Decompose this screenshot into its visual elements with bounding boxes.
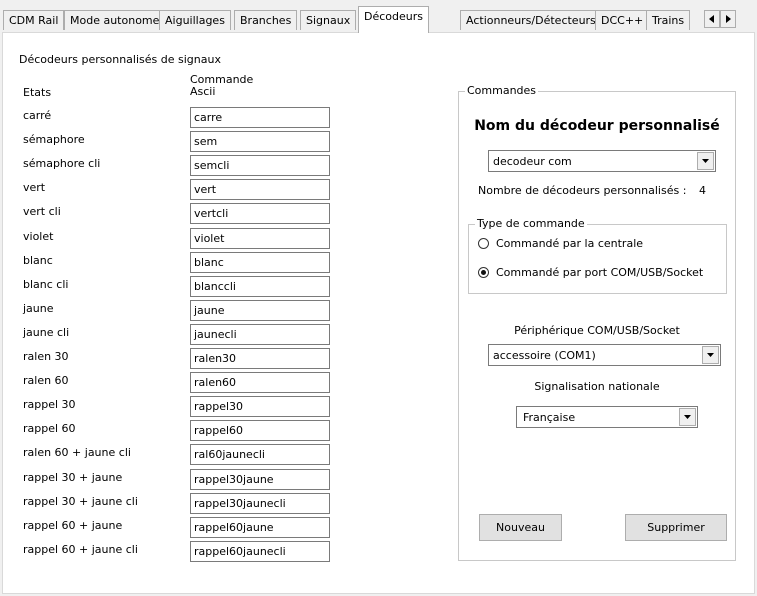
arrow-right-icon <box>726 15 731 23</box>
state-label: vert <box>23 181 46 194</box>
state-label: sémaphore <box>23 133 85 146</box>
command-ascii-input[interactable]: rappel60jaunecli <box>190 541 330 562</box>
state-label: jaune <box>23 302 54 315</box>
chevron-down-icon <box>702 159 709 163</box>
chevron-down-icon <box>707 353 714 357</box>
command-ascii-input[interactable]: ral60jaunecli <box>190 444 330 465</box>
peripheral-select[interactable]: accessoire (COM1) <box>488 344 721 366</box>
chevron-down-icon <box>684 415 691 419</box>
state-label: violet <box>23 230 54 243</box>
state-label: ralen 30 <box>23 350 69 363</box>
command-ascii-input[interactable]: jaunecli <box>190 324 330 345</box>
radio-commande-centrale[interactable]: Commandé par la centrale <box>478 236 718 252</box>
command-ascii-input[interactable]: rappel60jaune <box>190 517 330 538</box>
commandes-group: Commandes Nom du décodeur personnalisé d… <box>458 84 736 561</box>
state-label: ralen 60 <box>23 374 69 387</box>
state-label: rappel 60 + jaune <box>23 519 123 532</box>
tab-dccpp[interactable]: DCC++ <box>595 10 650 30</box>
new-decoder-button[interactable]: Nouveau <box>479 514 562 541</box>
decoder-count-label: Nombre de décodeurs personnalisés : <box>478 184 687 197</box>
decoder-select-dropdown-button[interactable] <box>697 152 714 170</box>
radio-commande-port[interactable]: Commandé par port COM/USB/Socket <box>478 265 723 281</box>
type-commande-group: Type de commande Commandé par la central… <box>468 217 727 294</box>
state-label: rappel 30 <box>23 398 76 411</box>
command-ascii-input[interactable]: semcli <box>190 155 330 176</box>
radio-port-circle[interactable] <box>478 267 489 278</box>
col-command-header-line2: Ascii <box>190 85 216 98</box>
command-ascii-input[interactable]: carre <box>190 107 330 128</box>
peripheral-select-dropdown-button[interactable] <box>702 346 719 364</box>
tab-branches[interactable]: Branches <box>234 10 298 30</box>
type-commande-label: Type de commande <box>475 217 587 230</box>
col-states-header: Etats <box>23 86 52 99</box>
decoder-select-value: decodeur com <box>493 155 572 168</box>
commandes-group-label: Commandes <box>465 84 539 97</box>
signalisation-select[interactable]: Française <box>516 406 698 428</box>
command-ascii-input[interactable]: ralen30 <box>190 348 330 369</box>
state-label: blanc cli <box>23 278 69 291</box>
tab-signaux[interactable]: Signaux <box>300 10 357 30</box>
command-ascii-input[interactable]: sem <box>190 131 330 152</box>
command-ascii-input[interactable]: rappel30 <box>190 396 330 417</box>
decoder-count-value: 4 <box>699 184 706 197</box>
state-label: rappel 30 + jaune <box>23 471 123 484</box>
state-label: ralen 60 + jaune cli <box>23 446 131 459</box>
tab-actionneurs-detecteurs[interactable]: Actionneurs/Détecteurs <box>460 10 602 30</box>
tab-mode-autonome[interactable]: Mode autonome <box>64 10 166 30</box>
command-ascii-input[interactable]: blanc <box>190 252 330 273</box>
tab-strip: CDM Rail Mode autonome Aiguillages Branc… <box>0 0 757 33</box>
section-title: Décodeurs personnalisés de signaux <box>19 53 221 66</box>
signalisation-label: Signalisation nationale <box>534 380 660 393</box>
command-ascii-input[interactable]: vertcli <box>190 203 330 224</box>
command-ascii-input[interactable]: vert <box>190 179 330 200</box>
tab-scroll-left-button[interactable] <box>704 10 720 28</box>
delete-decoder-button[interactable]: Supprimer <box>625 514 727 541</box>
command-ascii-input[interactable]: rappel30jaunecli <box>190 493 330 514</box>
state-label: rappel 60 <box>23 422 76 435</box>
command-ascii-input[interactable]: blanccli <box>190 276 330 297</box>
command-ascii-input[interactable]: ralen60 <box>190 372 330 393</box>
arrow-left-icon <box>709 15 714 23</box>
state-label: rappel 60 + jaune cli <box>23 543 138 556</box>
peripheral-select-value: accessoire (COM1) <box>493 349 596 362</box>
decoder-select[interactable]: decodeur com <box>488 150 716 172</box>
radio-centrale-circle[interactable] <box>478 238 489 249</box>
peripheral-label: Périphérique COM/USB/Socket <box>514 324 680 337</box>
tab-aiguillages[interactable]: Aiguillages <box>159 10 231 30</box>
state-label: blanc <box>23 254 53 267</box>
tab-cdm-rail[interactable]: CDM Rail <box>3 10 65 30</box>
state-label: carré <box>23 109 52 122</box>
command-ascii-input[interactable]: rappel60 <box>190 420 330 441</box>
state-label: jaune cli <box>23 326 70 339</box>
command-ascii-input[interactable]: rappel30jaune <box>190 469 330 490</box>
tab-decodeurs[interactable]: Décodeurs <box>358 6 429 33</box>
state-label: rappel 30 + jaune cli <box>23 495 138 508</box>
decodeurs-panel: Décodeurs personnalisés de signaux Etats… <box>2 32 755 594</box>
command-ascii-input[interactable]: violet <box>190 228 330 249</box>
signalisation-select-value: Française <box>523 411 576 424</box>
tab-trains[interactable]: Trains <box>646 10 691 30</box>
state-label: sémaphore cli <box>23 157 101 170</box>
state-label: vert cli <box>23 205 61 218</box>
signalisation-select-dropdown-button[interactable] <box>679 408 696 426</box>
tab-scroll-right-button[interactable] <box>720 10 736 28</box>
command-ascii-input[interactable]: jaune <box>190 300 330 321</box>
decoder-name-title: Nom du décodeur personnalisé <box>474 118 720 134</box>
radio-centrale-label: Commandé par la centrale <box>496 237 644 250</box>
radio-port-label: Commandé par port COM/USB/Socket <box>496 266 704 279</box>
